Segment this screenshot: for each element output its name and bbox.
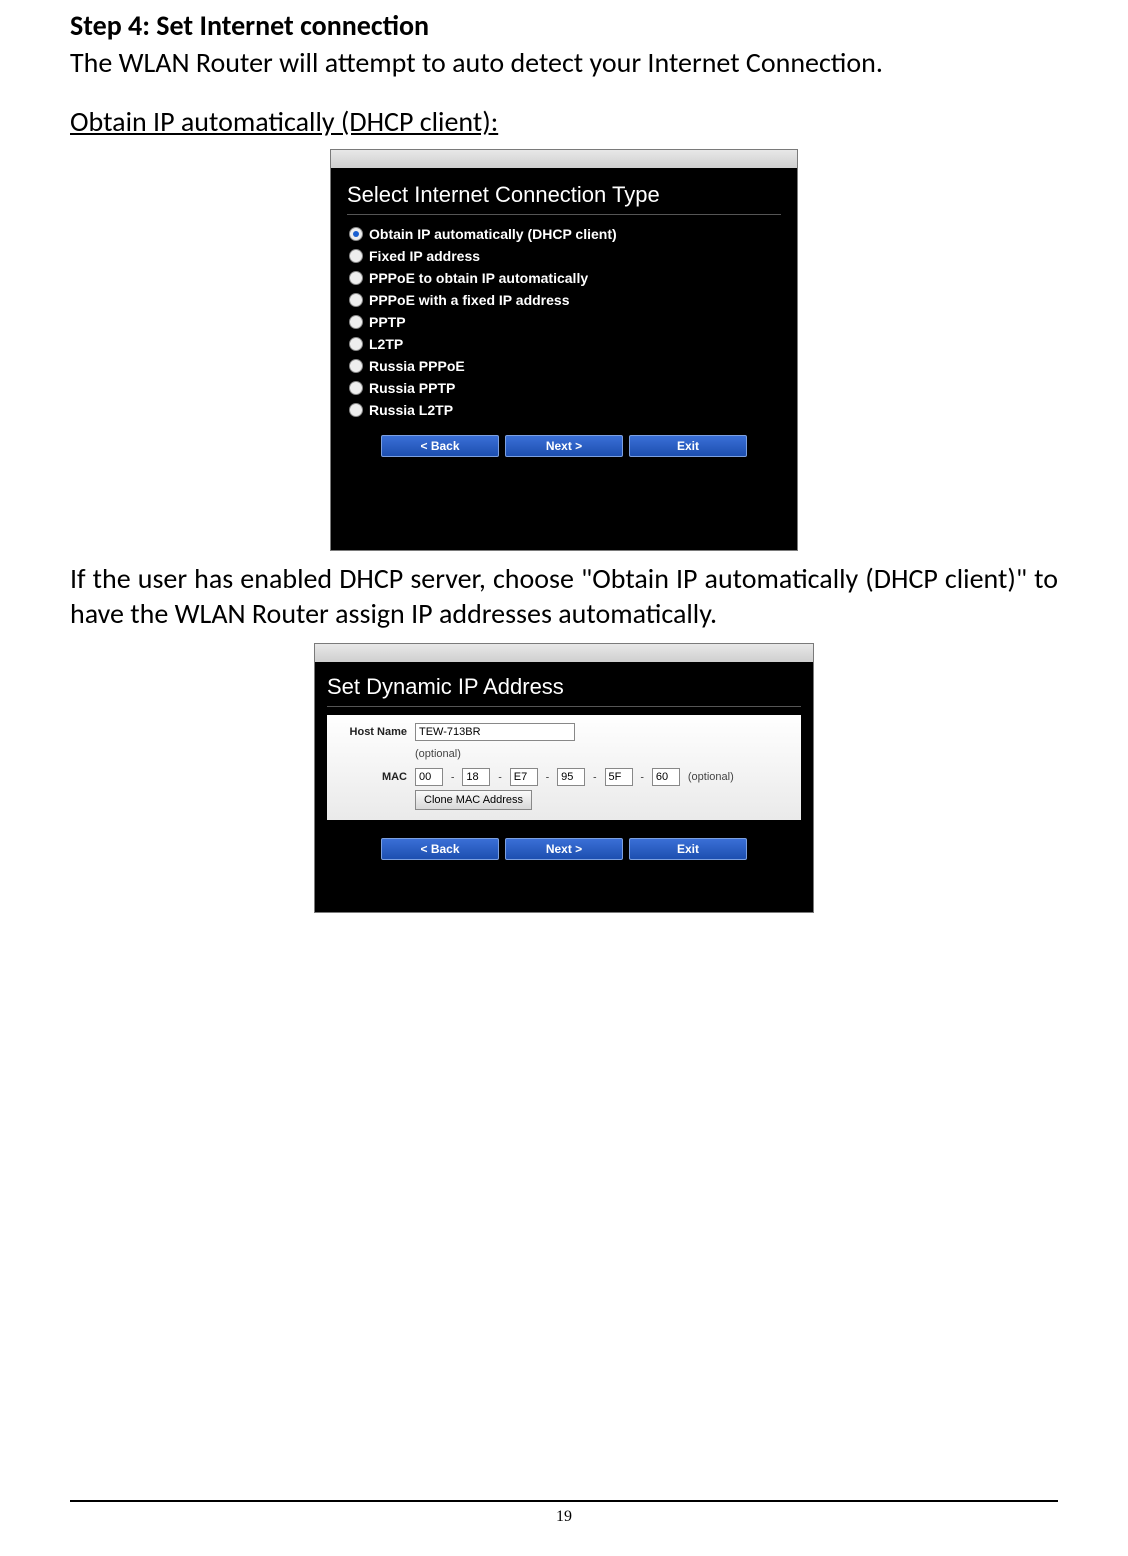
- radio-icon[interactable]: [349, 271, 363, 285]
- back-button[interactable]: < Back: [381, 838, 499, 860]
- radio-label: Russia L2TP: [369, 402, 453, 418]
- select-connection-panel: Select Internet Connection Type Obtain I…: [330, 149, 798, 551]
- exit-button[interactable]: Exit: [629, 838, 747, 860]
- radio-label: L2TP: [369, 336, 403, 352]
- radio-row[interactable]: Russia PPTP: [347, 377, 781, 399]
- radio-row[interactable]: L2TP: [347, 333, 781, 355]
- radio-label: Russia PPPoE: [369, 358, 465, 374]
- radio-icon[interactable]: [349, 381, 363, 395]
- radio-label: Obtain IP automatically (DHCP client): [369, 226, 617, 242]
- radio-icon[interactable]: [349, 359, 363, 373]
- optional-text: (optional): [415, 748, 461, 760]
- mac-input-4[interactable]: [557, 768, 585, 786]
- divider: [327, 706, 801, 707]
- host-name-label: Host Name: [337, 726, 407, 738]
- radio-row[interactable]: PPTP: [347, 311, 781, 333]
- radio-label: Russia PPTP: [369, 380, 455, 396]
- radio-row[interactable]: Obtain IP automatically (DHCP client): [347, 223, 781, 245]
- panel2-wrap: Set Dynamic IP Address Host Name (option…: [70, 643, 1058, 913]
- page-footer: 19: [70, 1500, 1058, 1526]
- mac-input-2[interactable]: [462, 768, 490, 786]
- divider: [347, 214, 781, 215]
- mac-input-5[interactable]: [605, 768, 633, 786]
- mac-separator: -: [641, 771, 644, 784]
- mac-label: MAC: [337, 771, 407, 783]
- radio-icon[interactable]: [349, 293, 363, 307]
- form-area: Host Name (optional) MAC - - - -: [327, 715, 801, 820]
- host-name-input[interactable]: [415, 723, 575, 741]
- radio-label: Fixed IP address: [369, 248, 480, 264]
- radio-label: PPTP: [369, 314, 406, 330]
- step-title: Step 4: Set Internet connection: [70, 0, 1058, 43]
- step-description: The WLAN Router will attempt to auto det…: [70, 45, 1058, 80]
- radio-icon[interactable]: [349, 403, 363, 417]
- radio-row[interactable]: Russia L2TP: [347, 399, 781, 421]
- mac-separator: -: [593, 771, 596, 784]
- radio-icon[interactable]: [349, 315, 363, 329]
- radio-icon[interactable]: [349, 337, 363, 351]
- mac-input-6[interactable]: [652, 768, 680, 786]
- sub-heading: Obtain IP automatically (DHCP client):: [70, 104, 1058, 139]
- mac-row: MAC - - - - - (optional): [337, 768, 791, 786]
- radio-row[interactable]: PPPoE to obtain IP automatically: [347, 267, 781, 289]
- next-button[interactable]: Next >: [505, 435, 623, 457]
- body-paragraph: If the user has enabled DHCP server, cho…: [70, 561, 1058, 631]
- panel2-inner: Set Dynamic IP Address Host Name (option…: [315, 662, 813, 912]
- radio-icon[interactable]: [349, 249, 363, 263]
- radio-row[interactable]: Fixed IP address: [347, 245, 781, 267]
- radio-label: PPPoE with a fixed IP address: [369, 292, 569, 308]
- mac-separator: -: [546, 771, 549, 784]
- host-optional-row: (optional): [415, 743, 791, 762]
- mac-separator: -: [451, 771, 454, 784]
- radio-row[interactable]: PPPoE with a fixed IP address: [347, 289, 781, 311]
- next-button[interactable]: Next >: [505, 838, 623, 860]
- panel1-title: Select Internet Connection Type: [347, 182, 781, 208]
- clone-mac-button[interactable]: Clone MAC Address: [415, 790, 532, 810]
- exit-button[interactable]: Exit: [629, 435, 747, 457]
- radio-icon[interactable]: [349, 227, 363, 241]
- mac-input-3[interactable]: [510, 768, 538, 786]
- page-number: 19: [556, 1508, 572, 1525]
- panel1-button-row: < Back Next > Exit: [347, 435, 781, 457]
- back-button[interactable]: < Back: [381, 435, 499, 457]
- host-name-row: Host Name: [337, 723, 791, 741]
- radio-row[interactable]: Russia PPPoE: [347, 355, 781, 377]
- panel2-title: Set Dynamic IP Address: [327, 674, 801, 700]
- dynamic-ip-panel: Set Dynamic IP Address Host Name (option…: [314, 643, 814, 913]
- panel2-button-row: < Back Next > Exit: [327, 838, 801, 860]
- mac-input-1[interactable]: [415, 768, 443, 786]
- panel1-wrap: Select Internet Connection Type Obtain I…: [70, 149, 1058, 551]
- mac-separator: -: [498, 771, 501, 784]
- panel1-inner: Select Internet Connection Type Obtain I…: [331, 168, 797, 550]
- radio-label: PPPoE to obtain IP automatically: [369, 270, 588, 286]
- optional-text: (optional): [688, 771, 734, 783]
